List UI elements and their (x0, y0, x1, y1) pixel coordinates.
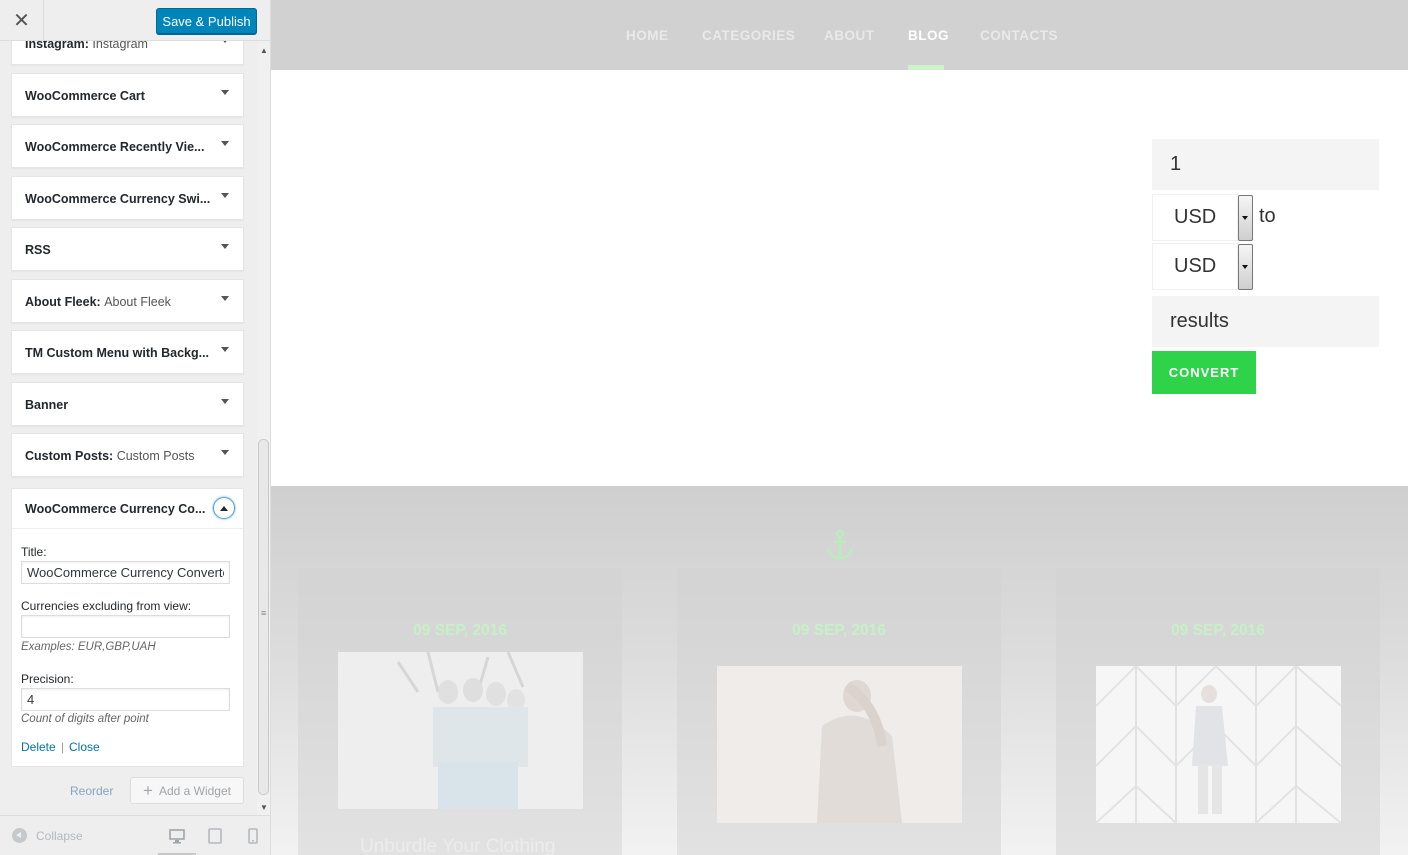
chevron-down-icon[interactable] (221, 90, 229, 95)
widget-title: WooCommerce Currency Co... (25, 502, 206, 516)
chevron-down-icon[interactable] (221, 141, 229, 146)
post-image[interactable] (717, 666, 962, 823)
close-widget-link[interactable]: Close (69, 740, 100, 754)
grip-icon: ≡ (261, 608, 267, 618)
chevron-down-icon[interactable] (221, 41, 229, 43)
widget-banner[interactable]: Banner (11, 382, 244, 426)
currencies-exclude-field[interactable] (21, 615, 230, 638)
widget-title: Banner (25, 398, 69, 412)
post-date: 09 SEP, 2016 (413, 622, 507, 639)
chevron-down-icon[interactable] (221, 450, 229, 455)
nav-item-contacts[interactable]: CONTACTS (980, 28, 1058, 43)
convert-button[interactable]: CONVERT (1152, 351, 1256, 394)
post-image[interactable] (338, 652, 583, 809)
scroll-up-icon[interactable]: ▲ (260, 46, 268, 55)
currencies-example-text: Examples: EUR,GBP,UAH (21, 641, 156, 653)
customizer-footer: Collapse (0, 815, 270, 855)
precision-description: Count of digits after point (21, 713, 149, 725)
widget-instagram[interactable]: Instagram: Instagram (11, 41, 244, 65)
plus-icon: + (143, 781, 153, 800)
post-card[interactable]: 09 SEP, 2016 (677, 568, 1001, 855)
chevron-down-icon[interactable] (221, 399, 229, 404)
scroll-down-icon[interactable]: ▼ (260, 803, 268, 812)
active-nav-indicator (908, 65, 944, 70)
chevron-down-icon[interactable] (221, 296, 229, 301)
anchor-icon (826, 529, 854, 560)
chevron-down-icon[interactable] (221, 193, 229, 198)
add-widget-label: Add a Widget (158, 783, 231, 798)
title-field[interactable] (21, 561, 230, 584)
dropdown-arrow-icon[interactable] (1238, 195, 1253, 241)
widget-currency-switcher[interactable]: WooCommerce Currency Swi... (11, 176, 244, 220)
to-currency-select[interactable]: USD (1152, 243, 1238, 290)
reorder-link[interactable]: Reorder (70, 784, 113, 798)
results-output: results (1152, 296, 1379, 347)
amount-input[interactable]: 1 (1152, 139, 1379, 190)
widget-title: WooCommerce Cart (25, 89, 145, 103)
site-preview: HOME CATEGORIES ABOUT BLOG CONTACTS 1 US… (271, 0, 1408, 855)
collapse-label: Collapse (36, 828, 83, 843)
widget-custom-menu[interactable]: TM Custom Menu with Backg... (11, 330, 244, 374)
post-title[interactable]: Unburdle Your Clothing (360, 836, 555, 855)
widget-title: About Fleek: About Fleek (25, 295, 171, 309)
close-customizer-button[interactable]: ✕ (0, 0, 44, 41)
widget-woocommerce-cart[interactable]: WooCommerce Cart (11, 73, 244, 117)
customizer-sidebar: ✕ Save & Publish Instagram: Instagram Wo… (0, 0, 271, 855)
post-image[interactable] (1096, 666, 1341, 823)
widget-title: RSS (25, 243, 51, 257)
widget-currency-converter-expanded: WooCommerce Currency Co... Title: Curren… (11, 488, 244, 767)
collapse-icon (12, 828, 27, 843)
chevron-down-icon[interactable] (221, 347, 229, 352)
post-card[interactable]: 09 SEP, 2016 (298, 568, 622, 855)
desktop-preview-icon[interactable] (169, 828, 185, 844)
mobile-preview-icon[interactable] (245, 828, 261, 844)
from-currency-select[interactable]: USD (1152, 194, 1238, 241)
customizer-header: ✕ Save & Publish (0, 0, 270, 41)
dropdown-arrow-icon[interactable] (1238, 244, 1253, 290)
scrollbar-thumb[interactable]: ≡ (258, 439, 269, 795)
posts-section: 09 SEP, 2016 09 SEP, 2016 09 SEP, 2016 U… (271, 486, 1408, 855)
widget-about-fleek[interactable]: About Fleek: About Fleek (11, 279, 244, 323)
widget-title: WooCommerce Recently Vie... (25, 140, 205, 154)
collapse-sidebar-button[interactable]: Collapse (12, 828, 83, 843)
widget-rss[interactable]: RSS (11, 227, 244, 271)
nav-item-about[interactable]: ABOUT (824, 28, 875, 43)
tablet-preview-icon[interactable] (207, 828, 223, 844)
delete-widget-link[interactable]: Delete (21, 740, 56, 754)
widget-title: Custom Posts: Custom Posts (25, 449, 195, 463)
add-widget-button[interactable]: + Add a Widget (130, 777, 244, 804)
widget-custom-posts[interactable]: Custom Posts: Custom Posts (11, 433, 244, 477)
currencies-exclude-label: Currencies excluding from view: (21, 599, 192, 613)
save-publish-button[interactable]: Save & Publish (156, 8, 257, 34)
post-date: 09 SEP, 2016 (792, 622, 886, 639)
site-navigation: HOME CATEGORIES ABOUT BLOG CONTACTS (271, 0, 1408, 70)
nav-item-blog[interactable]: BLOG (908, 28, 949, 43)
nav-item-home[interactable]: HOME (626, 28, 669, 43)
widget-title: TM Custom Menu with Backg... (25, 346, 210, 360)
sidebar-scrollbar[interactable]: ▲ ≡ ▼ (257, 41, 270, 815)
link-separator: | (61, 740, 65, 754)
chevron-up-icon (220, 505, 228, 511)
nav-item-categories[interactable]: CATEGORIES (702, 28, 795, 43)
widget-header[interactable]: WooCommerce Currency Co... (12, 489, 243, 529)
widget-title: WooCommerce Currency Swi... (25, 192, 211, 206)
title-label: Title: (21, 545, 47, 559)
chevron-down-icon[interactable] (221, 244, 229, 249)
post-date: 09 SEP, 2016 (1171, 622, 1265, 639)
close-icon: ✕ (13, 10, 30, 32)
widget-list: Instagram: Instagram WooCommerce Cart Wo… (0, 41, 258, 815)
precision-label: Precision: (21, 672, 74, 686)
widget-title: Instagram: Instagram (25, 41, 148, 51)
post-card[interactable]: 09 SEP, 2016 (1056, 568, 1380, 855)
collapse-widget-button[interactable] (213, 497, 235, 519)
to-label: to (1259, 205, 1276, 227)
precision-field[interactable] (21, 688, 230, 711)
widget-recently-viewed[interactable]: WooCommerce Recently Vie... (11, 124, 244, 168)
